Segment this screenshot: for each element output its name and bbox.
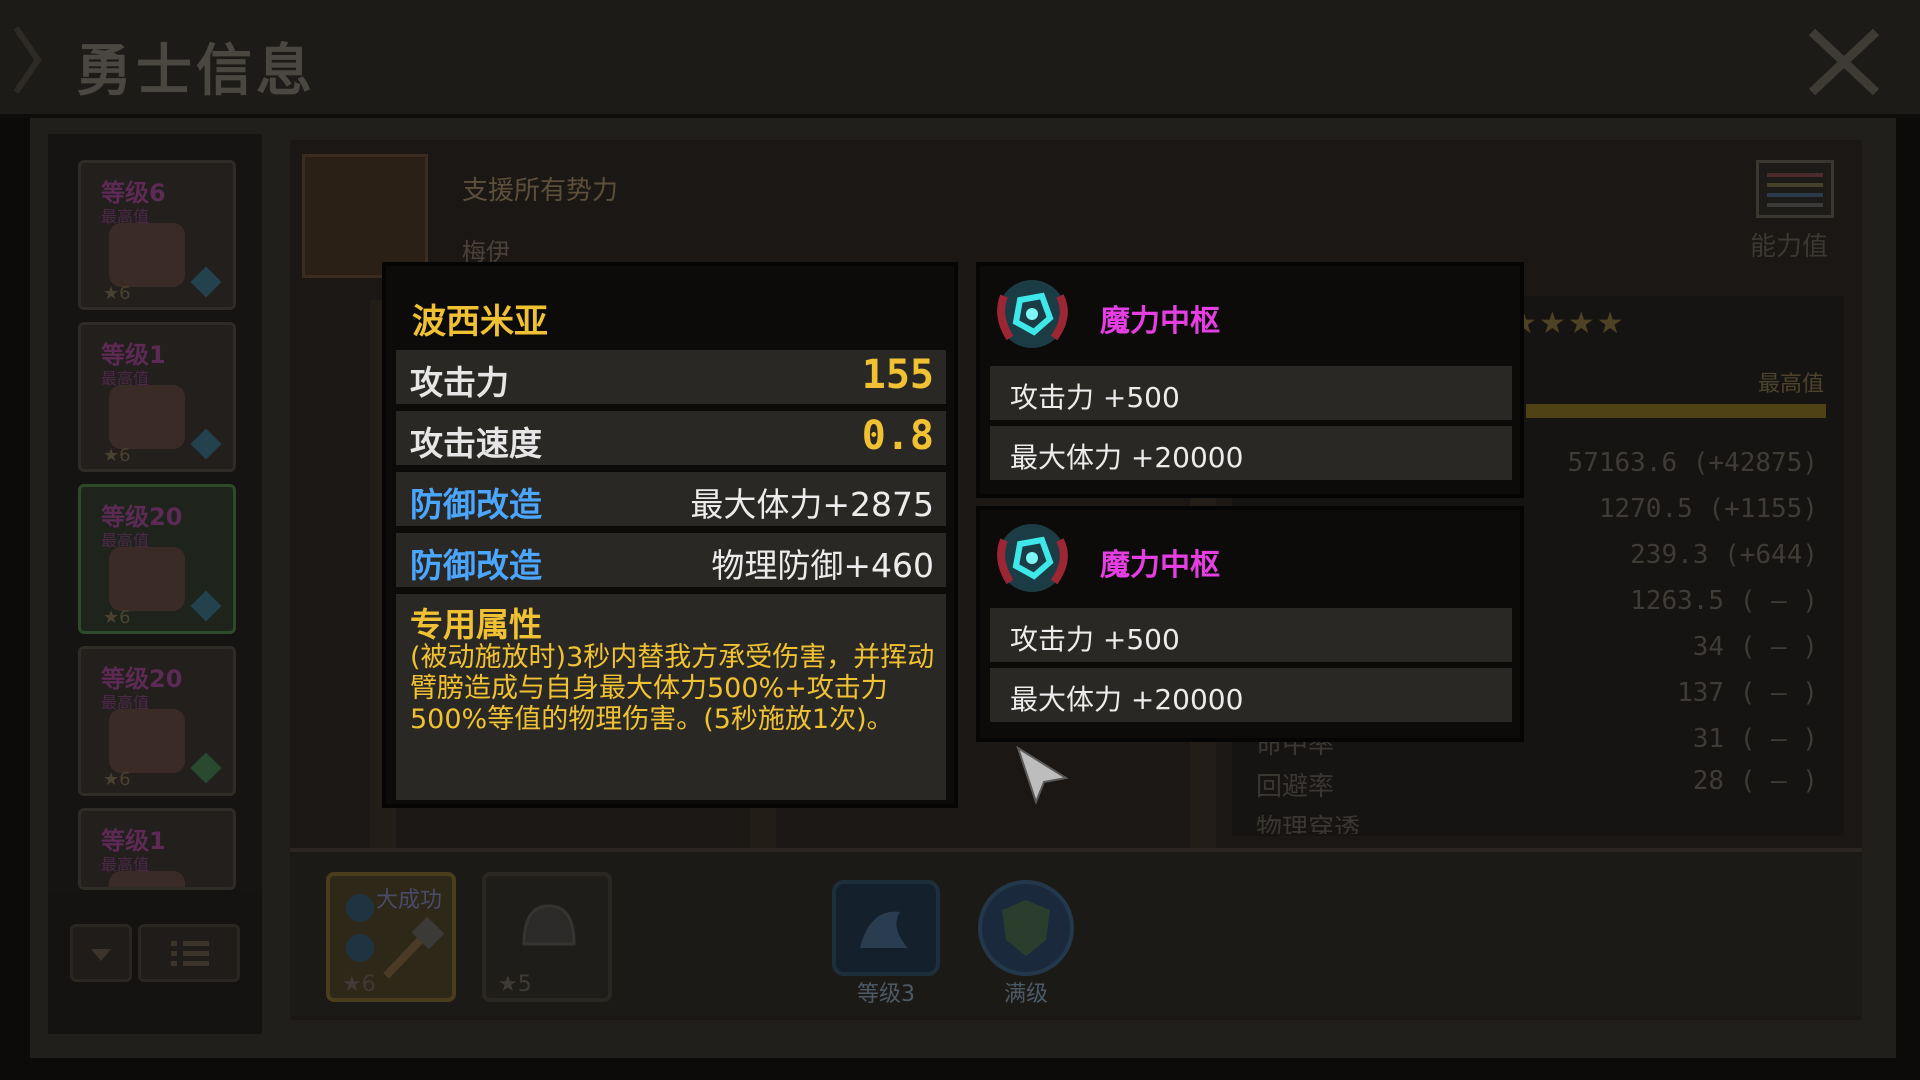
item-stat-row: 攻击速度 0.8 (396, 411, 946, 465)
stat-value: 1263.5 ( — ) (1630, 586, 1818, 616)
ability-stats-button[interactable]: 能力值 (1750, 160, 1840, 262)
hero-card[interactable]: 等级1 最高值 (78, 808, 236, 890)
gem-stat-row: 攻击力 +500 (990, 366, 1512, 420)
sort-dropdown-button[interactable] (70, 924, 132, 982)
stat-value: 239.3 (+644) (1630, 540, 1818, 570)
gem-stat: 最大体力 +20000 (1010, 683, 1244, 716)
gem-name: 魔力中枢 (1100, 548, 1220, 583)
magic-core-gem-icon (997, 280, 1068, 348)
item-stat-value: 物理防御+460 (711, 546, 934, 585)
hero-avatar (109, 547, 185, 611)
stat-value: 28 ( — ) (1692, 766, 1818, 796)
stat-value: 31 ( — ) (1692, 724, 1818, 754)
triangle-down-icon (91, 949, 111, 961)
header-bar: 勇士信息 (0, 0, 1920, 118)
stat-row: 物理穿透 (1232, 804, 1840, 834)
chevron-right-icon (13, 26, 42, 94)
skill-slot-2[interactable]: 满级 (970, 878, 1082, 1007)
list-icon (171, 941, 209, 966)
level-progress-bar (1526, 404, 1826, 418)
skill-caption: 等级3 (857, 982, 915, 1007)
gem-name: 魔力中枢 (1100, 304, 1220, 339)
hero-star-rating: ★★★★ (1510, 306, 1626, 341)
page-title: 勇士信息 (76, 39, 316, 104)
shield-skill-icon (978, 880, 1074, 976)
item-stat-row: 防御改造 最大体力+2875 (396, 472, 946, 526)
gem-icon (190, 590, 222, 622)
hero-stars: ★6 (103, 769, 131, 790)
item-stat-value: 155 (861, 352, 934, 398)
gem-stat: 攻击力 +500 (1010, 381, 1180, 414)
dragon-skill-icon (832, 880, 940, 976)
item-stat-key: 防御改造 (410, 485, 542, 524)
equip-stars: ★5 (498, 972, 532, 997)
close-icon[interactable] (1804, 24, 1884, 100)
equip-label: 大成功 (376, 888, 443, 913)
gem-icon (190, 752, 222, 784)
item-stat-key: 攻击力 (410, 363, 509, 402)
gem-icon (190, 428, 222, 460)
stat-value: 34 ( — ) (1692, 632, 1818, 662)
item-stat-value: 0.8 (861, 413, 934, 459)
stat-row: 回避率 28 ( — ) (1232, 762, 1840, 804)
skill-slot-1[interactable]: 等级3 (830, 878, 942, 1007)
item-stat-key: 防御改造 (410, 546, 542, 585)
skill-caption: 满级 (1003, 982, 1048, 1007)
item-stat-row: 防御改造 物理防御+460 (396, 533, 946, 587)
gem-stat-row: 攻击力 +500 (990, 608, 1512, 662)
hero-avatar (109, 871, 185, 887)
item-stat-value: 最大体力+2875 (690, 485, 934, 524)
hero-stars: ★6 (103, 283, 131, 304)
item-name: 波西米亚 (412, 302, 548, 342)
hero-stars: ★6 (103, 607, 131, 628)
max-label: 最高值 (1758, 372, 1825, 397)
hero-card-selected[interactable]: 等级20 最高值 ★6 (78, 484, 236, 634)
armor-slot[interactable]: ★5 (482, 872, 612, 1002)
ability-button-label: 能力值 (1750, 232, 1829, 262)
pointer-cursor-icon (1016, 745, 1069, 805)
stat-value: 57163.6 (+42875) (1567, 448, 1818, 478)
hero-card[interactable]: 等级6 最高值 ★6 (78, 160, 236, 310)
hero-avatar (109, 223, 185, 287)
gem-icon (190, 266, 222, 298)
weapon-slot[interactable]: 大成功 ★6 (326, 872, 456, 1002)
hero-card[interactable]: 等级1 最高值 ★6 (78, 322, 236, 472)
item-stat-key: 攻击速度 (410, 424, 542, 463)
gem-stat: 攻击力 +500 (1010, 623, 1180, 656)
item-stat-row: 攻击力 155 (396, 350, 946, 404)
hero-avatar (109, 385, 185, 449)
stat-value: 1270.5 (+1155) (1598, 494, 1818, 524)
gem-stat-row: 最大体力 +20000 (990, 668, 1512, 722)
gem-socket-icon (346, 894, 374, 962)
item-special-section: 专用属性 (被动施放时)3秒内替我方承受伤害，并挥动臂膀造成与自身最大体力500… (396, 594, 946, 800)
stat-name: 物理穿透 (1256, 814, 1361, 834)
stat-name: 回避率 (1256, 772, 1335, 802)
faction-label: 支援所有势力 (462, 176, 619, 206)
gem-stat-row: 最大体力 +20000 (990, 426, 1512, 480)
hammer-icon (383, 916, 445, 979)
stats-chart-icon (1756, 160, 1834, 218)
equip-stars: ★6 (342, 972, 376, 997)
special-description: (被动施放时)3秒内替我方承受伤害，并挥动臂膀造成与自身最大体力500%+攻击力… (410, 642, 935, 735)
list-view-button[interactable] (138, 924, 240, 982)
stat-value: 137 ( — ) (1677, 678, 1818, 708)
hero-stars: ★6 (103, 445, 131, 466)
magic-core-gem-icon (997, 524, 1068, 592)
gem-stat: 最大体力 +20000 (1010, 441, 1244, 474)
helmet-icon (522, 904, 576, 946)
hero-card[interactable]: 等级20 最高值 ★6 (78, 646, 236, 796)
special-title: 专用属性 (410, 605, 542, 644)
hero-portrait (302, 154, 428, 278)
hero-avatar (109, 709, 185, 773)
